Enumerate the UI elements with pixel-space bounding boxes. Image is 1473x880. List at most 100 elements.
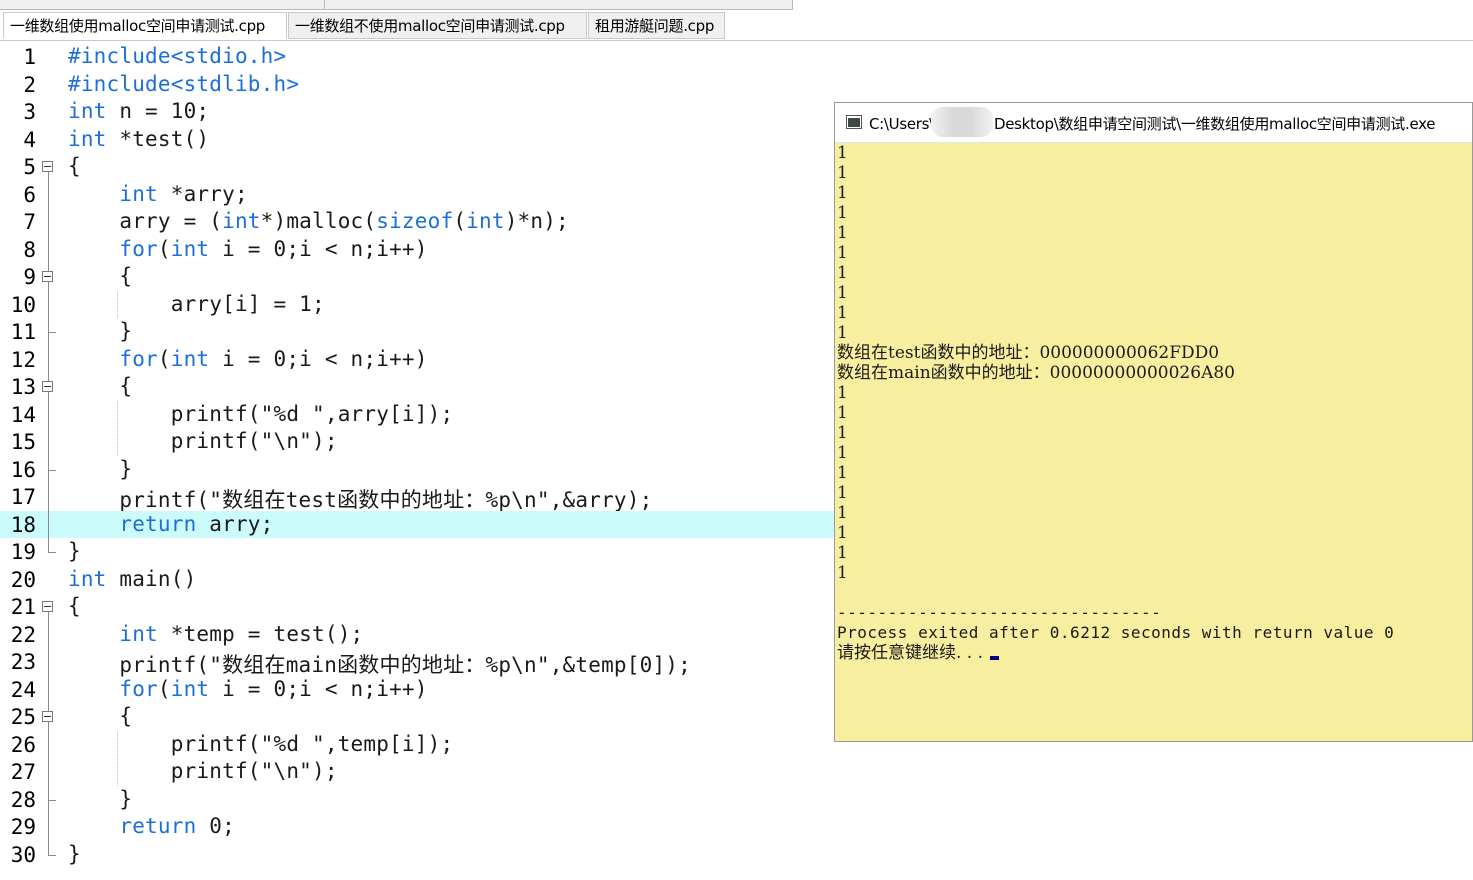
code-text: int main() <box>68 566 197 591</box>
tab-yacht-rental[interactable]: 租用游艇问题.cpp <box>588 12 725 39</box>
console-output-line: 1 <box>837 463 1467 483</box>
line-number: 12 <box>10 347 36 372</box>
code-text: int n = 10; <box>68 99 210 123</box>
console-output-line: 请按任意键继续. . . <box>837 643 1467 663</box>
console-output-line: 1 <box>837 163 1467 183</box>
fold-toggle-icon[interactable] <box>42 271 53 282</box>
code-text: return 0; <box>119 814 235 838</box>
line-number: 3 <box>23 100 36 124</box>
code-line[interactable]: 17 printf("数组在test函数中的地址：%p\n",&arry); <box>0 483 834 512</box>
line-number: 22 <box>10 622 36 647</box>
code-line[interactable]: 6 int *arry; <box>0 181 834 209</box>
fold-end-marker <box>48 799 56 801</box>
line-number: 27 <box>10 760 36 784</box>
console-line-text: 1 <box>837 203 848 223</box>
code-line[interactable]: 21 { <box>0 593 834 621</box>
console-app-icon <box>846 115 862 129</box>
console-title-prefix: C:\Users\ <box>869 115 934 133</box>
console-output-line: 1 <box>837 523 1467 543</box>
code-line[interactable]: 4 int *test() <box>0 126 834 154</box>
code-text: int *temp = test(); <box>119 621 364 646</box>
code-editor[interactable]: 1 #include<stdio.h> 2 #include<stdlib.h> 3 in… <box>0 41 834 880</box>
top-window-strip <box>0 0 793 10</box>
code-text: } <box>68 841 81 866</box>
line-number: 29 <box>10 815 36 839</box>
code-line[interactable]: 14 printf("%d ",arry[i]); <box>0 401 834 429</box>
line-number: 25 <box>10 705 36 729</box>
console-window[interactable]: C:\Users\ Desktop\数组申请空间测试\一维数组使用malloc空间… <box>834 102 1473 742</box>
code-line[interactable]: 8 for(int i = 0;i < n;i++) <box>0 236 834 264</box>
console-line-text: 1 <box>837 243 848 263</box>
fold-toggle-icon[interactable] <box>42 711 53 722</box>
console-title-suffix: Desktop\数组申请空间测试\一维数组使用malloc空间申请测试.exe <box>993 115 1436 133</box>
fold-toggle-icon[interactable] <box>42 381 53 392</box>
line-number: 17 <box>10 485 36 509</box>
code-line[interactable]: 24 for(int i = 0;i < n;i++) <box>0 676 834 704</box>
fold-toggle-icon[interactable] <box>42 601 53 612</box>
console-line-text: 1 <box>837 323 848 343</box>
code-line[interactable]: 5{ <box>0 153 834 181</box>
code-line[interactable]: 7 arry = (int*)malloc(sizeof(int)*n); <box>0 208 834 236</box>
code-line[interactable]: 29 return 0; <box>0 813 834 841</box>
code-line[interactable]: 13 { <box>0 373 834 401</box>
code-text: #include<stdio.h> <box>68 44 287 68</box>
console-output-line: 数组在test函数中的地址：000000000062FDD0 <box>837 343 1467 363</box>
code-text: printf("数组在main函数中的地址：%p\n",&temp[0]); <box>68 653 691 677</box>
console-output-line: 1 <box>837 503 1467 523</box>
indent-guide <box>117 730 118 786</box>
code-text: printf("%d ",arry[i]); <box>68 401 454 426</box>
code-text: } <box>68 539 81 563</box>
editor-tab-bar: 一维数组使用malloc空间申请测试.cpp 一维数组不使用malloc空间申请… <box>0 10 1473 41</box>
code-text: #include<stdlib.h> <box>68 71 300 96</box>
code-line[interactable]: 9 { <box>0 263 834 291</box>
code-text: { <box>68 594 81 618</box>
console-line-text: 1 <box>837 483 848 503</box>
console-output: 1 1 1 1 1 1 1 1 1 1 数组在test函数中的地址：000000000062FDD0… <box>837 143 1467 663</box>
code-line[interactable]: 28 } <box>0 786 834 814</box>
code-line[interactable]: 2 #include<stdlib.h> <box>0 71 834 99</box>
console-line-text: 数组在test函数中的地址：000000000062FDD0 <box>837 343 1220 363</box>
code-line[interactable]: 26 printf("%d ",temp[i]); <box>0 731 834 759</box>
console-line-text: 1 <box>837 543 848 563</box>
line-number: 28 <box>10 787 36 812</box>
console-output-line: 数组在main函数中的地址：00000000000026A80 <box>837 363 1467 383</box>
code-line[interactable]: 30} <box>0 841 834 869</box>
code-line[interactable]: 10 arry[i] = 1; <box>0 291 834 319</box>
console-output-line: 1 <box>837 543 1467 563</box>
console-line-text: 1 <box>837 403 848 423</box>
tab-malloc-test[interactable]: 一维数组使用malloc空间申请测试.cpp <box>3 12 287 39</box>
code-text: { <box>68 374 133 398</box>
code-line[interactable]: 15 printf("\n"); <box>0 428 834 456</box>
console-title-bar[interactable]: C:\Users\ Desktop\数组申请空间测试\一维数组使用malloc空间… <box>835 103 1472 143</box>
console-output-line: 1 <box>837 403 1467 423</box>
code-line[interactable]: 1 #include<stdio.h> <box>0 43 834 71</box>
line-number: 6 <box>23 182 36 207</box>
console-line-text: 1 <box>837 263 848 283</box>
line-number: 10 <box>10 292 36 317</box>
code-line[interactable]: 11 } <box>0 318 834 346</box>
line-number: 18 <box>10 512 36 537</box>
console-output-line: 1 <box>837 143 1467 163</box>
code-line[interactable]: 23 printf("数组在main函数中的地址：%p\n",&temp[0])… <box>0 648 834 677</box>
code-line[interactable]: 22 int *temp = test(); <box>0 621 834 649</box>
code-text: return arry; <box>119 511 274 536</box>
code-line[interactable]: 12 for(int i = 0;i < n;i++) <box>0 346 834 374</box>
console-line-text: 1 <box>837 183 848 203</box>
code-line[interactable]: 20 int main() <box>0 566 834 594</box>
console-line-text: 请按任意键继续. . . <box>837 643 989 663</box>
console-line-text: 数组在main函数中的地址：00000000000026A80 <box>837 363 1235 383</box>
code-line[interactable]: 3 int n = 10; <box>0 98 834 126</box>
fold-toggle-icon[interactable] <box>42 161 53 172</box>
tab-no-malloc-test[interactable]: 一维数组不使用malloc空间申请测试.cpp <box>288 12 587 39</box>
console-output-line: 1 <box>837 243 1467 263</box>
code-line[interactable]: 16 } <box>0 456 834 484</box>
code-text: printf("\n"); <box>68 429 338 453</box>
code-line[interactable]: 18 return arry; <box>0 510 834 538</box>
code-line[interactable]: 25 { <box>0 703 834 731</box>
code-line[interactable]: 19} <box>0 538 834 566</box>
console-output-line: 1 <box>837 423 1467 443</box>
console-line-text: 1 <box>837 463 848 483</box>
code-line[interactable]: 27 printf("\n"); <box>0 758 834 786</box>
code-text: { <box>68 154 81 178</box>
